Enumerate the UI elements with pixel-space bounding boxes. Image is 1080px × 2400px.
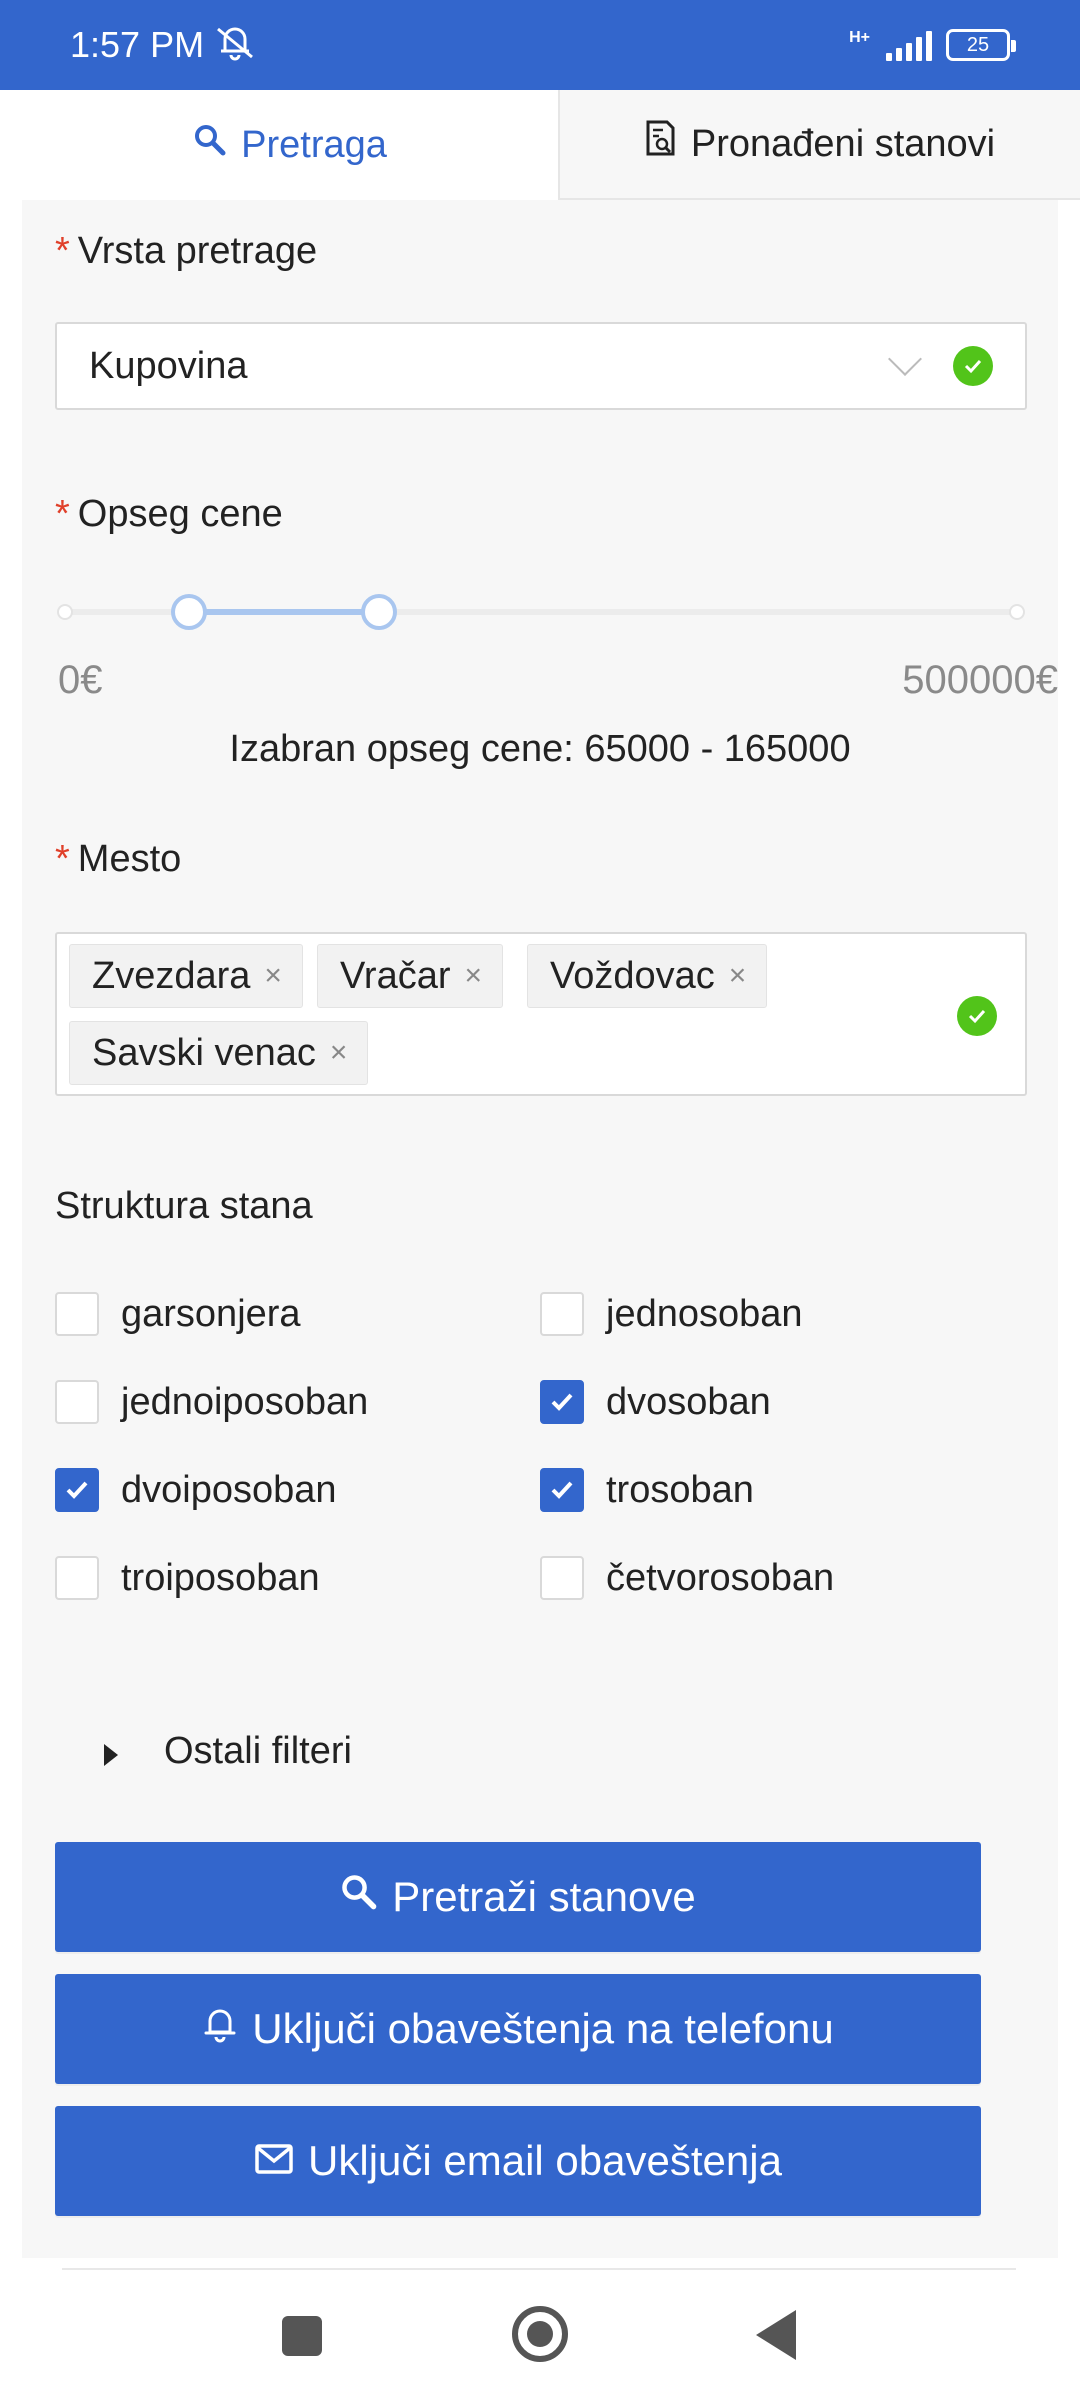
location-label: * Mesto [55, 838, 181, 881]
price-min-label: 0€ [58, 658, 103, 702]
slider-handle-high[interactable] [361, 594, 398, 630]
status-time-group: 1:57 PM [70, 21, 258, 70]
slider-max-dot [1009, 604, 1025, 620]
checkbox-label: troiposoban [121, 1556, 320, 1599]
other-filters-label: Ostali filteri [164, 1730, 352, 1772]
location-tag: Voždovac × [527, 944, 768, 1008]
status-time: 1:57 PM [70, 24, 205, 65]
tab-bar: Pretraga Pronađeni stanovi [22, 90, 1080, 200]
search-apartments-button[interactable]: Pretraži stanove [55, 1842, 981, 1952]
check-circle-icon [953, 346, 993, 386]
signal-icon [886, 29, 932, 61]
tag-label: Voždovac [550, 954, 715, 997]
phone-notifications-button[interactable]: Uključi obaveštenja na telefonu [55, 1974, 981, 2084]
email-notifications-button[interactable]: Uključi email obaveštenja [55, 2106, 981, 2216]
checkbox-option[interactable]: dvoiposoban [55, 1468, 337, 1512]
mail-icon [254, 2137, 294, 2185]
checkbox-label: četvorosoban [606, 1556, 835, 1599]
price-range-label: * Opseg cene [55, 493, 283, 536]
checkbox-label: dvosoban [606, 1380, 771, 1423]
phone-notifications-label: Uključi obaveštenja na telefonu [252, 2005, 834, 2052]
slider-handle-low[interactable] [170, 594, 207, 630]
checkbox-label: jednosoban [606, 1292, 803, 1335]
back-button[interactable] [756, 2310, 796, 2360]
checkbox-option[interactable]: dvosoban [540, 1380, 771, 1424]
search-type-label: * Vrsta pretrage [55, 230, 317, 273]
required-mark: * [55, 838, 70, 880]
tab-search-label: Pretraga [241, 123, 387, 166]
bell-icon [202, 2004, 238, 2054]
location-tag: Zvezdara × [69, 944, 303, 1008]
search-type-value: Kupovina [89, 344, 248, 387]
battery-icon: 25 [946, 29, 1016, 61]
checkbox-label: dvoiposoban [121, 1468, 337, 1511]
search-icon [340, 1873, 378, 1921]
checkbox[interactable] [55, 1556, 99, 1600]
close-icon[interactable]: × [330, 1036, 348, 1070]
checkbox[interactable] [55, 1468, 99, 1512]
location-label-text: Mesto [77, 838, 182, 880]
close-icon[interactable]: × [465, 959, 483, 993]
email-notifications-label: Uključi email obaveštenja [308, 2137, 782, 2184]
checkbox[interactable] [55, 1380, 99, 1424]
checkbox-option[interactable]: garsonjera [55, 1292, 301, 1336]
battery-level: 25 [966, 33, 990, 56]
checkbox[interactable] [540, 1468, 584, 1512]
tag-label: Zvezdara [92, 954, 251, 997]
alarm-off-icon [212, 21, 258, 70]
search-type-select[interactable]: Kupovina [55, 322, 1027, 410]
selected-range-text: Izabran opseg cene: 65000 - 165000 [229, 728, 851, 770]
close-icon[interactable]: × [264, 959, 282, 993]
slider-selected-track [188, 609, 380, 615]
location-tag: Savski venac × [69, 1021, 369, 1085]
price-max-label: 500000€ [902, 658, 1058, 702]
caret-right-icon [104, 1743, 118, 1766]
search-icon [193, 123, 227, 167]
search-type-label-text: Vrsta pretrage [77, 230, 318, 272]
tab-found-apartments-label: Pronađeni stanovi [690, 122, 996, 165]
checkbox-option[interactable]: jednosoban [540, 1292, 803, 1336]
checkbox[interactable] [540, 1292, 584, 1336]
checkbox-option[interactable]: trosoban [540, 1468, 754, 1512]
checkbox-label: jednoiposoban [121, 1380, 369, 1423]
close-icon[interactable]: × [729, 959, 747, 993]
tag-label: Savski venac [92, 1031, 316, 1074]
recents-button[interactable] [282, 2316, 322, 2356]
system-nav-bar [0, 2270, 1080, 2400]
checkbox-option[interactable]: jednoiposoban [55, 1380, 368, 1424]
home-button[interactable] [512, 2306, 568, 2362]
tab-search[interactable]: Pretraga [22, 90, 558, 200]
checkbox-label: trosoban [606, 1468, 754, 1511]
check-circle-icon [957, 996, 997, 1036]
checkbox[interactable] [540, 1380, 584, 1424]
document-search-icon [645, 120, 677, 168]
other-filters-toggle[interactable]: Ostali filteri [104, 1730, 352, 1773]
checkbox-option[interactable]: troiposoban [55, 1556, 320, 1600]
chevron-down-icon [888, 342, 922, 376]
checkbox[interactable] [540, 1556, 584, 1600]
network-type: H+ [849, 29, 870, 46]
checkbox-label: garsonjera [121, 1292, 301, 1335]
checkbox[interactable] [55, 1292, 99, 1336]
location-tag: Vračar × [317, 944, 504, 1008]
price-range-slider[interactable] [55, 592, 1027, 632]
status-icons: H+ 25 [849, 29, 1016, 61]
search-apartments-label: Pretraži stanove [392, 1873, 696, 1920]
tab-found-apartments[interactable]: Pronađeni stanovi [558, 90, 1080, 200]
required-mark: * [55, 230, 70, 272]
checkbox-option[interactable]: četvorosoban [540, 1556, 834, 1600]
required-mark: * [55, 493, 70, 535]
tag-label: Vračar [340, 954, 451, 997]
slider-min-dot [57, 604, 73, 620]
structure-title: Struktura stana [55, 1185, 313, 1227]
location-multiselect[interactable]: Zvezdara × Vračar × Voždovac × Savski ve… [55, 932, 1027, 1096]
status-bar: 1:57 PM H+ 25 [0, 0, 1080, 90]
price-range-label-text: Opseg cene [77, 493, 283, 535]
